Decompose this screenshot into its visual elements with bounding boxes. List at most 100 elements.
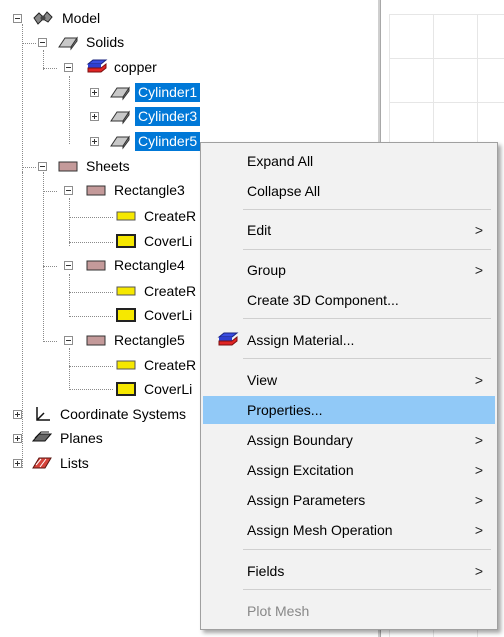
tree-node-create-rectangle[interactable]: CreateR (114, 206, 199, 226)
submenu-arrow-icon: > (474, 262, 483, 278)
tree-connector (22, 167, 36, 168)
tree-label: Planes (60, 429, 103, 446)
menu-item-label: Expand All (247, 153, 314, 169)
create-operation-icon (114, 282, 138, 300)
collapse-rectangle3-toggle[interactable] (64, 186, 73, 195)
collapse-rectangle5-toggle[interactable] (64, 336, 73, 345)
tree-connector (69, 242, 113, 243)
solids-icon (56, 33, 80, 51)
menu-item-edit[interactable]: Edit > (203, 216, 495, 244)
menu-item-expand-all[interactable]: Expand All (203, 147, 495, 175)
grid-line (389, 14, 504, 15)
tree-connector (22, 172, 23, 468)
tree-node-rectangle5[interactable]: Rectangle5 (84, 330, 188, 350)
tree-label: Lists (60, 454, 89, 471)
create-operation-icon (114, 207, 138, 225)
tree-node-cylinder3[interactable]: Cylinder3 (108, 106, 201, 126)
tree-connector (69, 198, 70, 246)
expand-lists-toggle[interactable] (13, 459, 22, 468)
expand-cylinder3-toggle[interactable] (90, 112, 99, 121)
tree-connector (43, 50, 44, 70)
menu-item-assign-material[interactable]: Assign Material... (203, 326, 495, 354)
tree-node-solids[interactable]: Solids (56, 32, 127, 52)
tree-node-cylinder1[interactable]: Cylinder1 (108, 82, 201, 102)
tree-label: Rectangle3 (114, 181, 185, 198)
collapse-model-toggle[interactable] (13, 14, 22, 23)
tree-connector (69, 274, 70, 314)
tree-label: Coordinate Systems (60, 405, 187, 422)
menu-item-label: Group (247, 262, 286, 278)
tree-label: CoverLi (144, 306, 193, 323)
collapse-sheets-toggle[interactable] (38, 162, 47, 171)
menu-item-assign-mesh-operation[interactable]: Assign Mesh Operation > (203, 516, 495, 544)
menu-item-label: Assign Parameters (247, 492, 366, 508)
tree-node-copper[interactable]: copper (84, 57, 160, 77)
menu-item-label: Assign Mesh Operation (247, 522, 393, 538)
tree-label: CoverLi (144, 232, 193, 249)
solid-object-icon (108, 107, 132, 125)
expand-cylinder5-toggle[interactable] (90, 137, 99, 146)
tree-label: Model (62, 9, 101, 26)
submenu-arrow-icon: > (474, 432, 483, 448)
menu-item-group[interactable]: Group > (203, 256, 495, 284)
tree-node-rectangle3[interactable]: Rectangle3 (84, 180, 188, 200)
tree-node-cover-lines[interactable]: CoverLi (114, 231, 195, 251)
menu-item-properties[interactable]: Properties... (203, 396, 495, 424)
collapse-copper-toggle[interactable] (64, 63, 73, 72)
tree-node-cylinder5[interactable]: Cylinder5 (108, 131, 201, 151)
tree-node-create-rectangle[interactable]: CreateR (114, 281, 199, 301)
tree-label: Cylinder3 (135, 106, 201, 126)
tree-node-model[interactable]: Model (30, 8, 103, 28)
tree-label: Cylinder1 (135, 82, 201, 102)
grid-line (389, 102, 504, 103)
menu-item-assign-excitation[interactable]: Assign Excitation > (203, 456, 495, 484)
submenu-arrow-icon: > (474, 492, 483, 508)
collapse-solids-toggle[interactable] (38, 38, 47, 47)
menu-item-create-3d-component[interactable]: Create 3D Component... (203, 286, 495, 314)
submenu-arrow-icon: > (474, 372, 483, 388)
tree-connector (69, 217, 113, 218)
tree-node-cover-lines[interactable]: CoverLi (114, 305, 195, 325)
menu-item-label: Assign Material... (247, 332, 355, 348)
menu-item-view[interactable]: View > (203, 366, 495, 394)
rectangle-sheet-icon (84, 331, 108, 349)
tree-node-planes[interactable]: Planes (30, 428, 106, 448)
material-icon (84, 58, 108, 76)
menu-item-assign-parameters[interactable]: Assign Parameters > (203, 486, 495, 514)
grid-line (389, 58, 504, 59)
tree-label: CreateR (144, 207, 197, 224)
tree-node-sheets[interactable]: Sheets (56, 156, 133, 176)
menu-item-assign-boundary[interactable]: Assign Boundary > (203, 426, 495, 454)
menu-item-label: Fields (247, 563, 285, 579)
expand-coordinate-systems-toggle[interactable] (13, 410, 22, 419)
tree-label: Sheets (86, 157, 130, 174)
expand-planes-toggle[interactable] (13, 434, 22, 443)
menu-item-label: Properties... (247, 402, 323, 418)
tree-node-cover-lines[interactable]: CoverLi (114, 379, 195, 399)
tree-node-rectangle4[interactable]: Rectangle4 (84, 255, 188, 275)
tree-node-create-rectangle[interactable]: CreateR (114, 355, 199, 375)
collapse-rectangle4-toggle[interactable] (64, 261, 73, 270)
coordinate-system-icon (30, 405, 54, 423)
menu-item-collapse-all[interactable]: Collapse All (203, 177, 495, 205)
cover-operation-icon (114, 380, 138, 398)
menu-separator (243, 209, 491, 210)
tree-node-coordinate-systems[interactable]: Coordinate Systems (30, 404, 189, 424)
tree-connector (69, 348, 70, 388)
tree-connector (69, 316, 113, 317)
menu-item-fields[interactable]: Fields > (203, 557, 495, 585)
menu-item-label: Create 3D Component... (247, 292, 399, 308)
menu-item-label: Plot Mesh (247, 603, 310, 619)
tree-label: CreateR (144, 282, 197, 299)
rectangle-sheet-icon (84, 181, 108, 199)
menu-item-label: Assign Boundary (247, 432, 353, 448)
submenu-arrow-icon: > (474, 522, 483, 538)
submenu-arrow-icon: > (474, 462, 483, 478)
solid-object-icon (108, 83, 132, 101)
tree-connector (43, 191, 57, 192)
tree-node-lists[interactable]: Lists (30, 453, 92, 473)
expand-cylinder1-toggle[interactable] (90, 88, 99, 97)
tree-connector (43, 172, 44, 342)
tree-connector (43, 68, 57, 69)
menu-separator (243, 358, 491, 359)
